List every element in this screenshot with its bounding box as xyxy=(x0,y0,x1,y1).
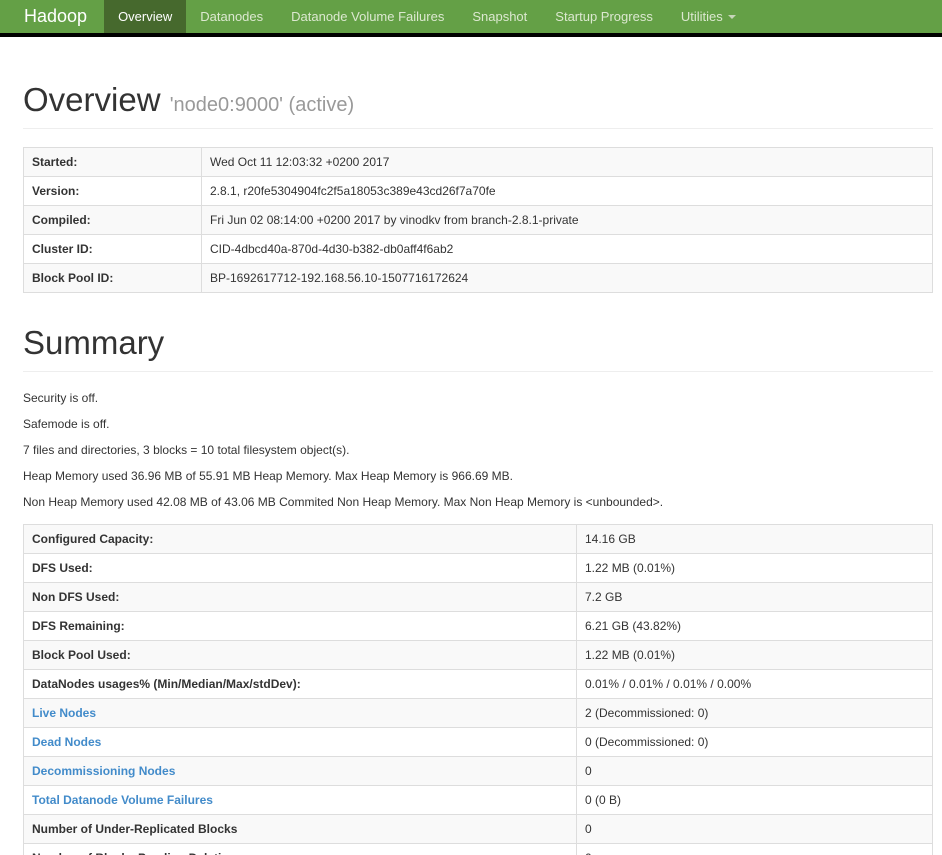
row-label: Non DFS Used: xyxy=(23,582,577,612)
row-value: CID-4dbcd40a-870d-4d30-b382-db0aff4f6ab2 xyxy=(201,234,933,264)
heap-memory-status: Heap Memory used 36.96 MB of 55.91 MB He… xyxy=(23,469,513,483)
table-row: DFS Remaining: 6.21 GB (43.82%) xyxy=(23,611,933,641)
summary-status-lines: Security is off. Safemode is off. 7 file… xyxy=(23,391,933,509)
table-row: DFS Used: 1.22 MB (0.01%) xyxy=(23,553,933,583)
namenode-address-subtitle: 'node0:9000' (active) xyxy=(169,94,355,116)
menu-utilities[interactable]: Utilities xyxy=(667,0,750,33)
brand-hadoop[interactable]: Hadoop xyxy=(0,0,104,33)
row-value: 0 (Decommissioned: 0) xyxy=(576,727,933,757)
namenode-info-table: Started: Wed Oct 11 12:03:32 +0200 2017 … xyxy=(23,147,933,293)
table-row: Started: Wed Oct 11 12:03:32 +0200 2017 xyxy=(23,147,933,177)
row-label: DataNodes usages% (Min/Median/Max/stdDev… xyxy=(23,669,577,699)
table-row: Version: 2.8.1, r20fe5304904fc2f5a18053c… xyxy=(23,176,933,206)
row-label: Live Nodes xyxy=(23,698,577,728)
safemode-status: Safemode is off. xyxy=(23,417,110,431)
row-value: 7.2 GB xyxy=(576,582,933,612)
table-row: Non DFS Used: 7.2 GB xyxy=(23,582,933,612)
row-label: Total Datanode Volume Failures xyxy=(23,785,577,815)
row-value: Fri Jun 02 08:14:00 +0200 2017 by vinodk… xyxy=(201,205,933,235)
row-value: 1.22 MB (0.01%) xyxy=(576,553,933,583)
tab-overview[interactable]: Overview xyxy=(104,0,187,33)
row-label: Number of Blocks Pending Deletion xyxy=(23,843,577,855)
table-row: Decommissioning Nodes 0 xyxy=(23,756,933,786)
header-divider xyxy=(23,128,933,129)
filesystem-objects-status: 7 files and directories, 3 blocks = 10 t… xyxy=(23,443,350,457)
non-heap-memory-status: Non Heap Memory used 42.08 MB of 43.06 M… xyxy=(23,495,664,509)
chevron-down-icon xyxy=(727,14,736,19)
utilities-label: Utilities xyxy=(680,9,723,24)
row-value: 0 xyxy=(576,843,933,855)
overview-title: Overview xyxy=(23,81,161,118)
row-label: Block Pool ID: xyxy=(23,263,202,293)
row-value: 0 xyxy=(576,814,933,844)
table-row: Number of Under-Replicated Blocks 0 xyxy=(23,814,933,844)
row-label: Started: xyxy=(23,147,202,177)
row-label: Version: xyxy=(23,176,202,206)
row-label: DFS Used: xyxy=(23,553,577,583)
table-row: Block Pool ID: BP-1692617712-192.168.56.… xyxy=(23,263,933,293)
table-row: Number of Blocks Pending Deletion 0 xyxy=(23,843,933,855)
row-label: Decommissioning Nodes xyxy=(23,756,577,786)
row-label: Compiled: xyxy=(23,205,202,235)
decommissioning-nodes-link[interactable]: Decommissioning Nodes xyxy=(32,764,175,778)
tab-startup-progress[interactable]: Startup Progress xyxy=(541,0,667,33)
table-row: Total Datanode Volume Failures 0 (0 B) xyxy=(23,785,933,815)
main-content: Overview 'node0:9000' (active) Started: … xyxy=(0,81,942,855)
tab-datanodes[interactable]: Datanodes xyxy=(186,0,277,33)
row-value: BP-1692617712-192.168.56.10-150771617262… xyxy=(201,263,933,293)
summary-table: Configured Capacity: 14.16 GB DFS Used: … xyxy=(23,524,933,855)
tab-datanode-volume-failures[interactable]: Datanode Volume Failures xyxy=(277,0,458,33)
row-value: 2.8.1, r20fe5304904fc2f5a18053c389e43cd2… xyxy=(201,176,933,206)
row-label: DFS Remaining: xyxy=(23,611,577,641)
row-value: 2 (Decommissioned: 0) xyxy=(576,698,933,728)
live-nodes-link[interactable]: Live Nodes xyxy=(32,706,96,720)
table-row: DataNodes usages% (Min/Median/Max/stdDev… xyxy=(23,669,933,699)
row-value: 14.16 GB xyxy=(576,524,933,554)
row-label: Block Pool Used: xyxy=(23,640,577,670)
table-row: Configured Capacity: 14.16 GB xyxy=(23,524,933,554)
summary-title: Summary xyxy=(23,324,165,361)
row-value: 0 xyxy=(576,756,933,786)
table-row: Compiled: Fri Jun 02 08:14:00 +0200 2017… xyxy=(23,205,933,235)
row-value: 0.01% / 0.01% / 0.01% / 0.00% xyxy=(576,669,933,699)
row-value: 1.22 MB (0.01%) xyxy=(576,640,933,670)
row-label: Dead Nodes xyxy=(23,727,577,757)
total-datanode-volume-failures-link[interactable]: Total Datanode Volume Failures xyxy=(32,793,213,807)
row-value: 6.21 GB (43.82%) xyxy=(576,611,933,641)
page-title: Overview 'node0:9000' (active) xyxy=(23,81,933,119)
security-status: Security is off. xyxy=(23,391,99,405)
row-value: 0 (0 B) xyxy=(576,785,933,815)
row-label: Number of Under-Replicated Blocks xyxy=(23,814,577,844)
dead-nodes-link[interactable]: Dead Nodes xyxy=(32,735,101,749)
tab-snapshot[interactable]: Snapshot xyxy=(458,0,541,33)
table-row: Live Nodes 2 (Decommissioned: 0) xyxy=(23,698,933,728)
row-label: Cluster ID: xyxy=(23,234,202,264)
top-navbar: Hadoop Overview Datanodes Datanode Volum… xyxy=(0,0,942,37)
row-value: Wed Oct 11 12:03:32 +0200 2017 xyxy=(201,147,933,177)
table-row: Block Pool Used: 1.22 MB (0.01%) xyxy=(23,640,933,670)
summary-divider xyxy=(23,371,933,372)
table-row: Dead Nodes 0 (Decommissioned: 0) xyxy=(23,727,933,757)
row-label: Configured Capacity: xyxy=(23,524,577,554)
table-row: Cluster ID: CID-4dbcd40a-870d-4d30-b382-… xyxy=(23,234,933,264)
